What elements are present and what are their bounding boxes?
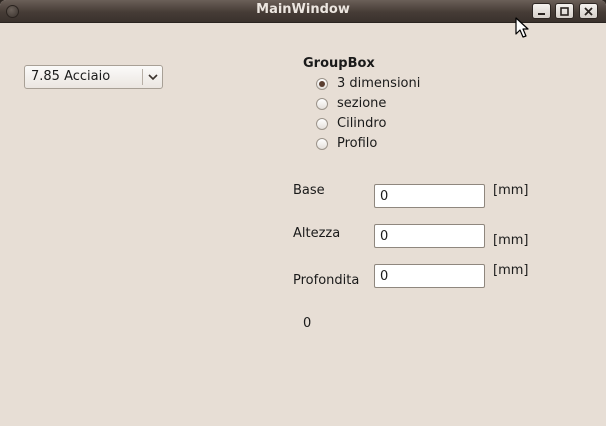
close-button[interactable] bbox=[579, 3, 598, 19]
main-window: MainWindow 7.85 Acciaio GroupBox 3 dimen… bbox=[0, 0, 606, 426]
profondita-unit-label: [mm] bbox=[493, 263, 529, 278]
base-unit-label: [mm] bbox=[493, 183, 529, 198]
maximize-icon bbox=[560, 6, 569, 16]
altezza-label: Altezza bbox=[293, 226, 341, 241]
radio-label: sezione bbox=[337, 96, 387, 111]
radio-label: Cilindro bbox=[337, 116, 387, 131]
maximize-button[interactable] bbox=[555, 3, 574, 19]
altezza-unit-label: [mm] bbox=[493, 233, 529, 248]
result-value: 0 bbox=[303, 316, 312, 331]
base-label: Base bbox=[293, 183, 325, 198]
mouse-cursor-icon bbox=[515, 17, 529, 38]
profondita-label: Profondita bbox=[293, 273, 360, 288]
chevron-down-icon[interactable] bbox=[147, 71, 159, 83]
radio-label: 3 dimensioni bbox=[337, 76, 421, 91]
minimize-icon bbox=[538, 12, 545, 15]
window-title: MainWindow bbox=[256, 2, 350, 17]
material-combobox-value: 7.85 Acciaio bbox=[31, 69, 111, 84]
radio-button-checked[interactable] bbox=[316, 78, 328, 90]
base-input[interactable] bbox=[374, 184, 485, 208]
radio-button[interactable] bbox=[316, 118, 328, 130]
altezza-input[interactable] bbox=[374, 224, 485, 248]
combobox-separator bbox=[142, 69, 143, 85]
close-icon bbox=[584, 6, 593, 16]
groupbox-title: GroupBox bbox=[303, 56, 375, 71]
material-combobox[interactable]: 7.85 Acciaio bbox=[24, 65, 163, 89]
profondita-input[interactable] bbox=[374, 264, 485, 288]
radio-label: Profilo bbox=[337, 136, 378, 151]
radio-button[interactable] bbox=[316, 98, 328, 110]
minimize-button[interactable] bbox=[532, 3, 551, 19]
radio-button[interactable] bbox=[316, 138, 328, 150]
